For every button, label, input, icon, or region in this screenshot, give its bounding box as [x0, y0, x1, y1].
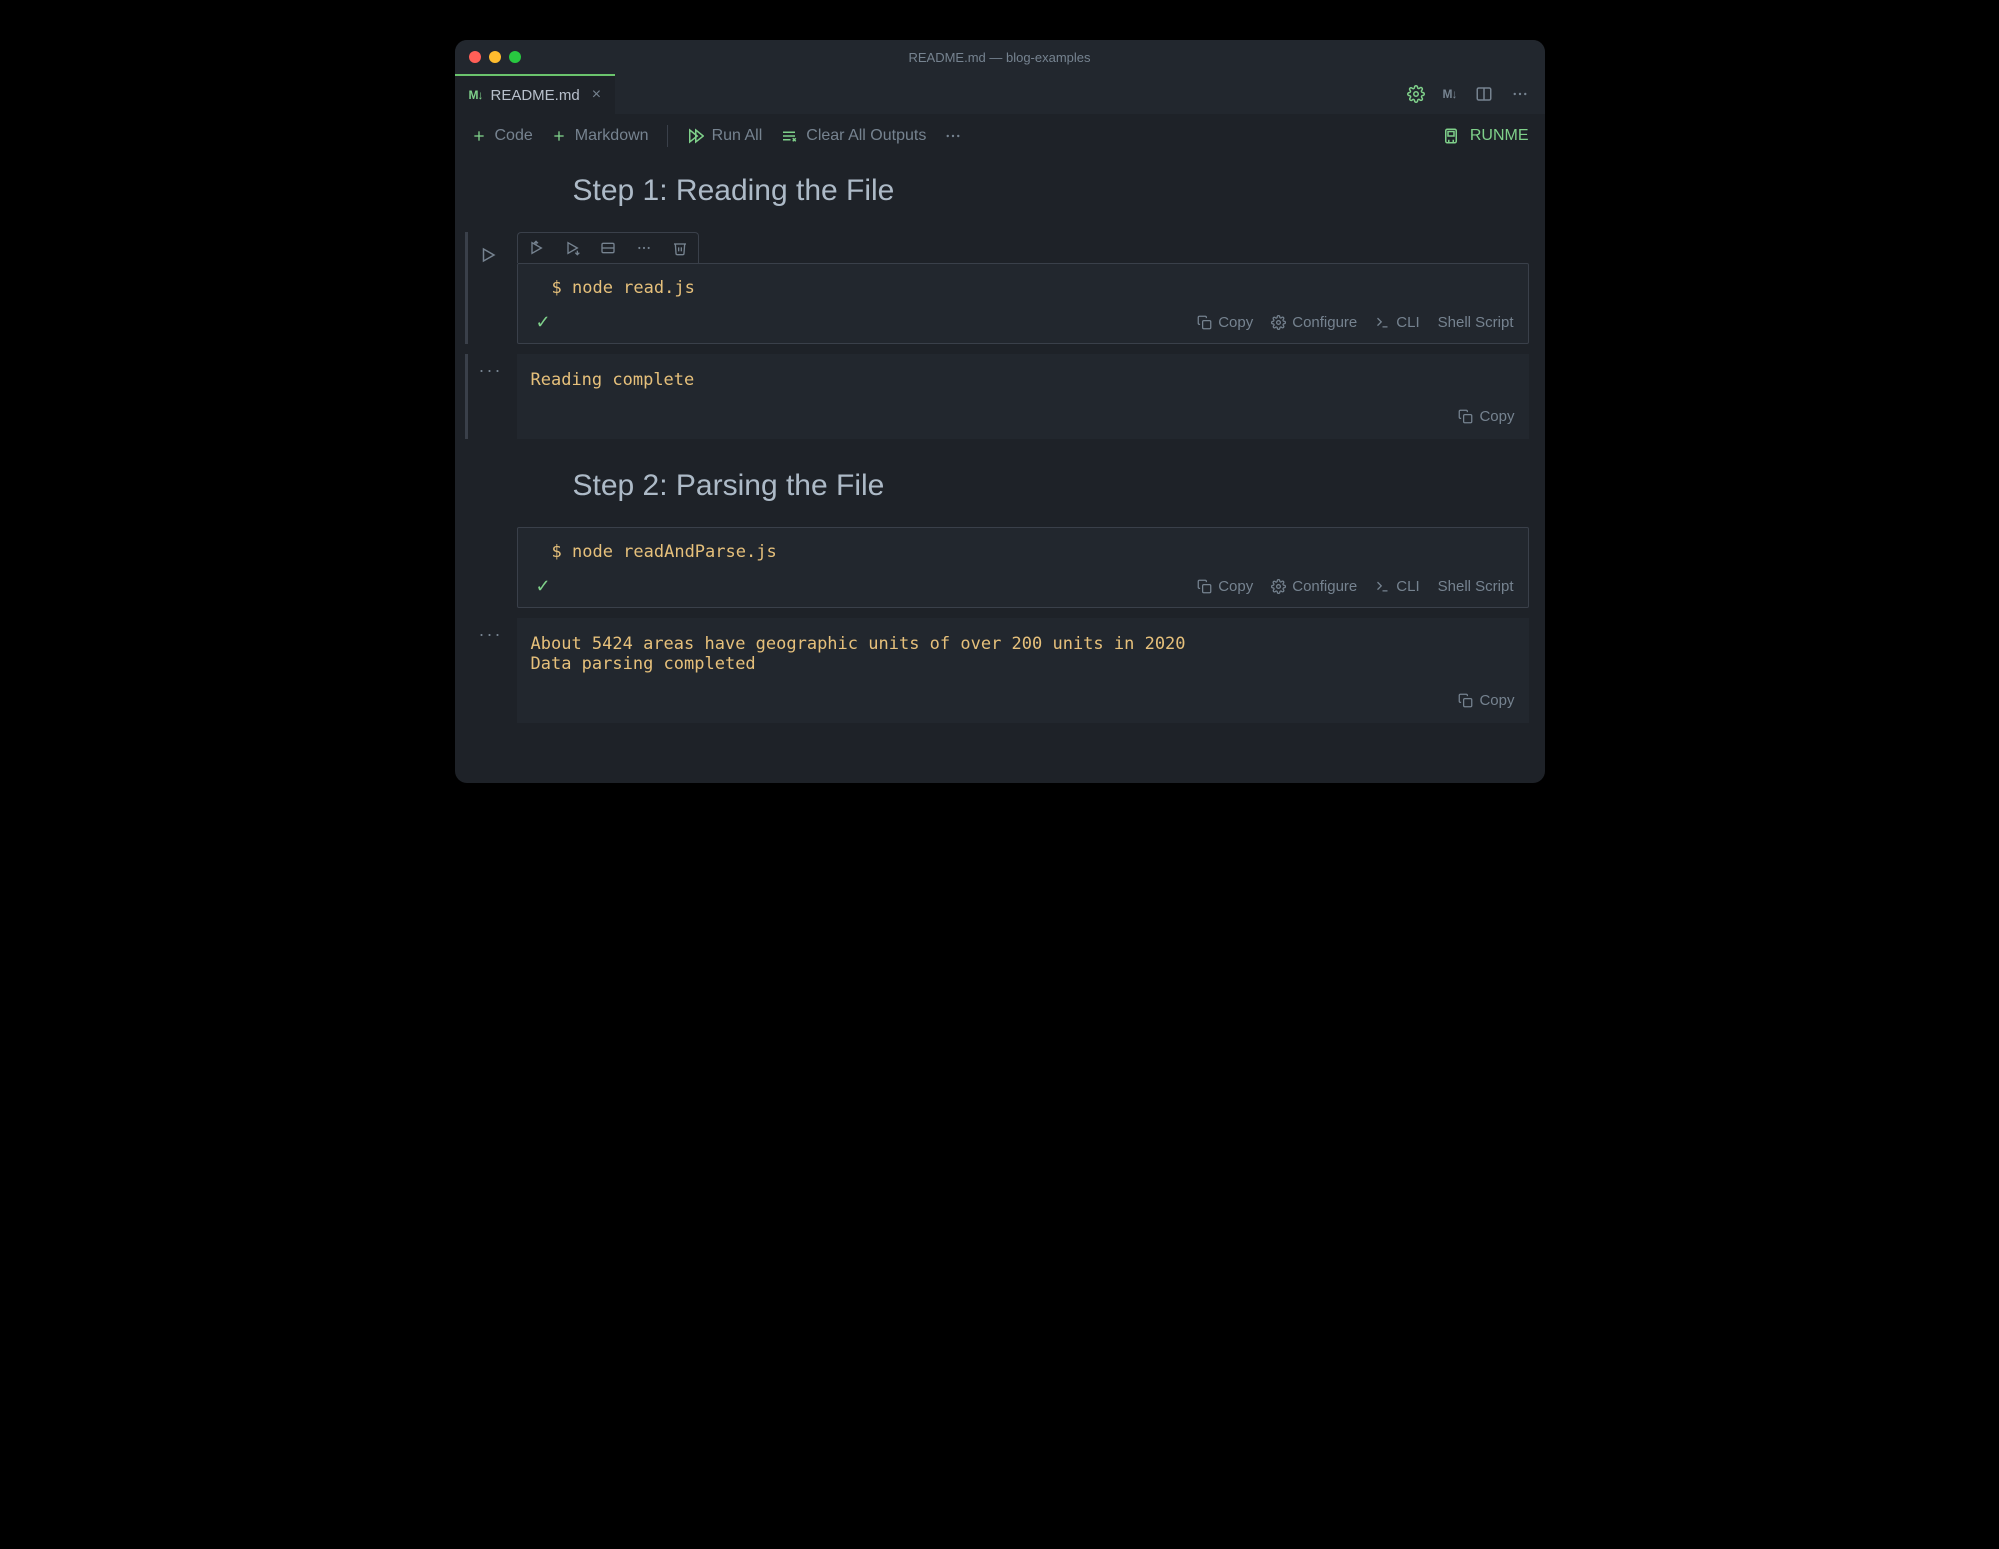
configure-label: Configure	[1292, 578, 1357, 595]
cell-status-bar: ✓ Copy Configure CLI Shell Script	[518, 308, 1528, 343]
notebook-toolbar: Code Markdown Run All Clear All Outputs …	[455, 114, 1545, 158]
run-all-label: Run All	[712, 127, 763, 145]
copy-output-label: Copy	[1479, 408, 1514, 425]
output-gutter-more-icon[interactable]: ···	[479, 624, 503, 645]
language-indicator[interactable]: Shell Script	[1438, 578, 1514, 595]
code-cell: $ node read.js ✓ Copy Configure CLI Shell Scr…	[471, 232, 1529, 344]
copy-button[interactable]: Copy	[1197, 314, 1253, 331]
step-heading: Step 1: Reading the File	[573, 174, 1545, 208]
toolbar-more-icon[interactable]	[944, 127, 962, 145]
run-below-icon[interactable]	[554, 233, 590, 263]
copy-label: Copy	[1218, 314, 1253, 331]
clear-outputs-label: Clear All Outputs	[806, 127, 926, 145]
add-code-label: Code	[495, 127, 533, 145]
run-cell-button[interactable]	[479, 246, 497, 264]
code-line[interactable]: $ node readAndParse.js	[518, 528, 1528, 572]
editor-window: README.md — blog-examples M↓ README.md ×…	[455, 40, 1545, 783]
settings-gear-icon[interactable]	[1407, 85, 1425, 103]
output-cell: ··· About 5424 areas have geographic unit…	[471, 618, 1529, 723]
copy-output-label: Copy	[1479, 692, 1514, 709]
markdown-icon: M↓	[469, 88, 483, 102]
minimize-window-button[interactable]	[489, 51, 501, 63]
close-window-button[interactable]	[469, 51, 481, 63]
cell-body[interactable]: $ node read.js ✓ Copy Configure CLI Shell Scr…	[517, 263, 1529, 344]
copy-label: Copy	[1218, 578, 1253, 595]
zoom-window-button[interactable]	[509, 51, 521, 63]
code-cell: $ node readAndParse.js ✓ Copy Configure CLI S…	[471, 527, 1529, 608]
configure-button[interactable]: Configure	[1271, 578, 1357, 595]
window-controls	[469, 51, 521, 63]
code-line[interactable]: $ node read.js	[518, 264, 1528, 308]
tab-label: README.md	[491, 87, 580, 104]
configure-label: Configure	[1292, 314, 1357, 331]
output-actions: Copy	[517, 686, 1529, 723]
delete-cell-icon[interactable]	[662, 233, 698, 263]
language-indicator[interactable]: Shell Script	[1438, 314, 1514, 331]
step-heading: Step 2: Parsing the File	[573, 469, 1545, 503]
window-title: README.md — blog-examples	[455, 50, 1545, 65]
add-code-cell-button[interactable]: Code	[471, 127, 533, 145]
kernel-label: RUNME	[1470, 127, 1529, 145]
notebook-body: Step 1: Reading the File $ node read.js ✓ C…	[455, 158, 1545, 783]
output-actions: Copy	[517, 402, 1529, 439]
cli-button[interactable]: CLI	[1375, 578, 1419, 595]
tab-readme[interactable]: M↓ README.md ×	[455, 74, 616, 114]
close-tab-button[interactable]: ×	[592, 86, 601, 104]
split-cell-icon[interactable]	[590, 233, 626, 263]
add-markdown-label: Markdown	[575, 127, 649, 145]
markdown-mode-indicator[interactable]: M↓	[1443, 87, 1457, 101]
run-all-button[interactable]: Run All	[686, 127, 763, 145]
cell-status-bar: ✓ Copy Configure CLI Shell Script	[518, 572, 1528, 607]
cli-label: CLI	[1396, 314, 1419, 331]
configure-button[interactable]: Configure	[1271, 314, 1357, 331]
output-text: Reading complete	[517, 354, 1529, 402]
success-check-icon: ✓	[536, 312, 551, 333]
kernel-indicator[interactable]: RUNME	[1442, 127, 1529, 145]
prompt-symbol: $	[552, 542, 572, 562]
copy-button[interactable]: Copy	[1197, 578, 1253, 595]
clear-outputs-button[interactable]: Clear All Outputs	[780, 127, 926, 145]
divider	[667, 125, 668, 147]
output-text: About 5424 areas have geographic units o…	[517, 618, 1529, 686]
command-text: node readAndParse.js	[572, 542, 777, 562]
success-check-icon: ✓	[536, 576, 551, 597]
tab-bar: M↓ README.md × M↓	[455, 74, 1545, 114]
cli-label: CLI	[1396, 578, 1419, 595]
output-gutter-more-icon[interactable]: ···	[479, 360, 503, 381]
titlebar: README.md — blog-examples	[455, 40, 1545, 74]
cli-button[interactable]: CLI	[1375, 314, 1419, 331]
cell-more-icon[interactable]	[626, 233, 662, 263]
command-text: node read.js	[572, 278, 695, 298]
split-editor-icon[interactable]	[1475, 85, 1493, 103]
cell-toolbar	[517, 232, 699, 263]
prompt-symbol: $	[552, 278, 572, 298]
language-label: Shell Script	[1438, 314, 1514, 331]
copy-output-button[interactable]: Copy	[1458, 692, 1514, 709]
runme-icon	[1442, 127, 1460, 145]
copy-output-button[interactable]: Copy	[1458, 408, 1514, 425]
language-label: Shell Script	[1438, 578, 1514, 595]
add-markdown-cell-button[interactable]: Markdown	[551, 127, 649, 145]
more-actions-icon[interactable]	[1511, 85, 1529, 103]
cell-body[interactable]: $ node readAndParse.js ✓ Copy Configure CLI S…	[517, 527, 1529, 608]
run-above-icon[interactable]	[518, 233, 554, 263]
output-cell: ··· Reading complete Copy	[471, 354, 1529, 439]
